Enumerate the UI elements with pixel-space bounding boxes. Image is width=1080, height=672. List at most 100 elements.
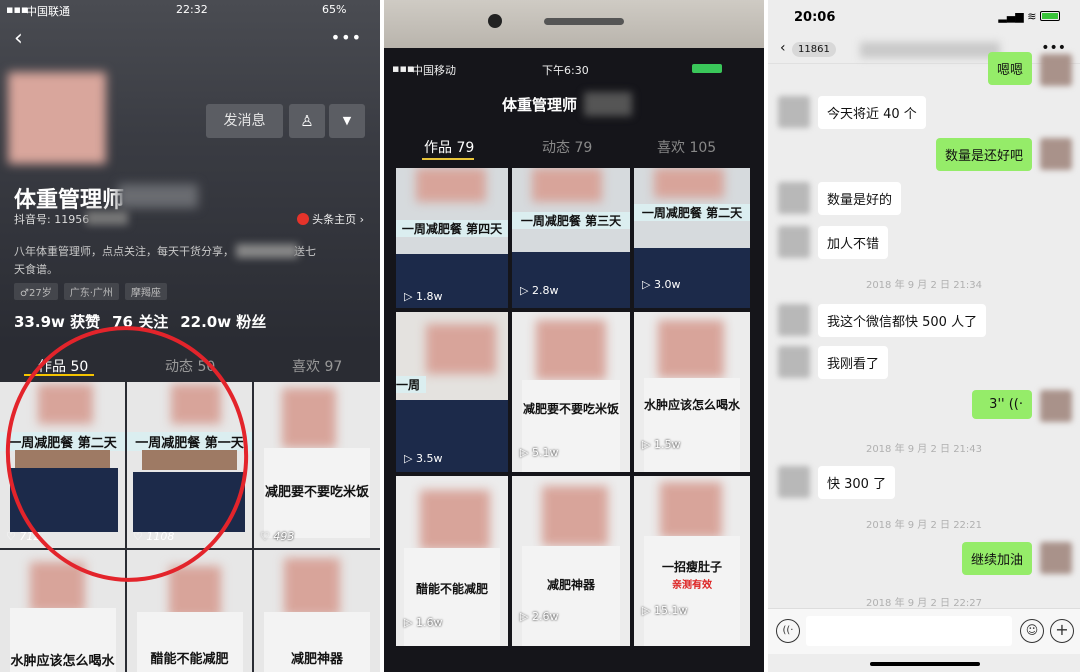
video-tile[interactable]: 一周减肥餐 第二天 ▷ 3.0w <box>634 168 750 308</box>
tag-location: 广东·广州 <box>63 283 119 300</box>
face-redaction <box>654 168 724 198</box>
profile-bio: 八年体重管理师，点点关注，每天干货分享， 送七 天食谱。 <box>14 243 364 279</box>
outgoing-message-bubble[interactable]: 嗯嗯 <box>987 52 1032 85</box>
video-tile[interactable]: 减肥神器 ▷ 2.6w <box>512 476 630 646</box>
video-title: 减肥要不要吃米饭 <box>264 485 369 500</box>
video-title: 醋能不能减肥 <box>415 582 488 596</box>
tab-works[interactable]: 作品 79 <box>424 137 474 157</box>
video-title: 一周 <box>396 376 426 393</box>
carrier: 中国移动 <box>412 64 456 77</box>
avatar[interactable] <box>778 96 810 128</box>
phone-photo-panel: ▪▪▪ 中国移动 下午6:30 体重管理师 作品 79 动态 79 喜欢 105… <box>384 0 764 672</box>
follow-user-icon[interactable]: ♙ <box>289 104 325 138</box>
toutiao-logo-icon <box>297 213 310 225</box>
video-tile[interactable]: 减肥神器 <box>254 550 380 672</box>
face-redaction <box>420 490 490 550</box>
shirt <box>522 546 620 646</box>
unread-badge[interactable]: 11861 <box>792 42 836 57</box>
tab-activity[interactable]: 动态 79 <box>542 137 592 157</box>
video-title: 一周减肥餐 第二天 <box>634 204 750 221</box>
wifi-icon: ≋ <box>1027 10 1037 23</box>
profile-name: 体重管理师 <box>14 188 125 213</box>
dropdown-triangle-icon[interactable]: ▼ <box>329 104 365 138</box>
incoming-message-bubble[interactable]: 快 300 了 <box>818 466 896 499</box>
video-tile[interactable]: 水肿应该怎么喝水 ▷ 1.5w <box>634 312 750 472</box>
video-tile[interactable]: 一周减肥餐 第三天 ▷ 2.8w <box>512 168 630 308</box>
face-redaction <box>416 168 486 202</box>
back-chevron-icon[interactable]: ‹ <box>14 26 23 51</box>
incoming-message-bubble[interactable]: 数量是好的 <box>818 182 902 215</box>
video-tile[interactable]: 一招瘦肚子 亲测有效 ▷ 15.1w <box>634 476 750 646</box>
status-bar: ▪▪▪ 中国联通 22:32 65% <box>0 0 380 20</box>
avatar[interactable] <box>778 182 810 214</box>
face-redaction <box>426 324 496 374</box>
input-bar: ((· ☺ + <box>768 608 1080 654</box>
face-redaction <box>282 388 336 448</box>
signal-icon: ▂▄▆ <box>998 10 1024 23</box>
outgoing-message-bubble[interactable]: 3'' ((· <box>972 390 1032 419</box>
video-title: 水肿应该怎么喝水 <box>10 654 115 669</box>
active-tab-underline <box>422 158 474 160</box>
tab-likes[interactable]: 喜欢 97 <box>292 356 342 376</box>
video-title: 水肿应该怎么喝水 <box>643 398 740 412</box>
video-tile[interactable]: 一周减肥餐 第四天 ▷ 1.8w <box>396 168 508 308</box>
voice-icon[interactable]: ((· <box>776 619 800 643</box>
avatar[interactable] <box>1040 54 1072 86</box>
chat-nav-bar: ‹ 11861 ••• <box>768 38 1080 64</box>
video-title: 一周减肥餐 第三天 <box>512 212 630 229</box>
plus-icon[interactable]: + <box>1050 619 1074 643</box>
video-subtitle: 亲测有效 <box>672 580 712 591</box>
video-tile[interactable]: 一周 ▷ 3.5w <box>396 312 508 472</box>
stat-likes[interactable]: 33.9w 获赞 <box>14 311 100 332</box>
avatar[interactable] <box>778 304 810 336</box>
battery-icon <box>1040 11 1060 21</box>
face-redaction <box>660 482 722 538</box>
video-title: 一周减肥餐 第四天 <box>396 220 508 237</box>
avatar[interactable] <box>1040 542 1072 574</box>
avatar[interactable] <box>1040 138 1072 170</box>
outgoing-message-bubble[interactable]: 数量是还好吧 <box>935 138 1032 171</box>
douyin-id: 抖音号: 11956 <box>14 213 90 226</box>
message-input[interactable] <box>806 616 1012 646</box>
more-dots-icon[interactable]: ••• <box>331 28 362 47</box>
face-redaction <box>169 566 221 618</box>
video-tile[interactable]: 减肥要不要吃米饭 ♡ 493 <box>254 382 380 548</box>
emoji-icon[interactable]: ☺ <box>1020 619 1044 643</box>
face-redaction <box>536 320 606 380</box>
send-message-button[interactable]: 发消息 <box>206 104 283 138</box>
back-chevron-icon[interactable]: ‹ <box>780 40 786 56</box>
toutiao-link[interactable]: 头条主页 › <box>297 211 364 227</box>
wechat-chat-panel: 20:06 ▂▄▆ ≋ ‹ 11861 ••• 嗯嗯 今天将近 40 个数量是还好… <box>768 0 1080 672</box>
tab-likes[interactable]: 喜欢 105 <box>657 137 716 157</box>
incoming-message-bubble[interactable]: 我刚看了 <box>818 346 889 379</box>
incoming-message-bubble[interactable]: 加人不错 <box>818 226 889 259</box>
stat-followers[interactable]: 22.0w 粉丝 <box>180 311 266 332</box>
video-title: 减肥神器 <box>546 578 595 592</box>
incoming-message-bubble[interactable]: 我这个微信都快 500 人了 <box>818 304 987 337</box>
video-tile[interactable]: 减肥要不要吃米饭 ▷ 5.1w <box>512 312 630 472</box>
play-count: ▷ 5.1w <box>520 446 559 459</box>
shirt <box>644 378 740 472</box>
video-title: 醋能不能减肥 <box>150 652 229 667</box>
battery-icon <box>692 64 722 73</box>
tag-gender-age: ♂27岁 <box>14 283 58 300</box>
shirt <box>644 536 740 646</box>
avatar[interactable] <box>1040 390 1072 422</box>
play-count: ▷ 15.1w <box>642 604 688 617</box>
avatar[interactable] <box>778 466 810 498</box>
title-redaction <box>584 92 632 116</box>
incoming-message-bubble[interactable]: 今天将近 40 个 <box>818 96 926 129</box>
timestamp: 2018 年 9 月 2 日 21:34 <box>865 280 983 291</box>
status-icons: ▂▄▆ ≋ <box>998 10 1060 23</box>
profile-title: 体重管理师 <box>502 96 578 114</box>
timestamp: 2018 年 9 月 2 日 21:43 <box>865 444 983 455</box>
timestamp: 2018 年 9 月 2 日 22:27 <box>865 598 983 609</box>
video-title: 减肥神器 <box>290 652 343 667</box>
avatar[interactable] <box>778 346 810 378</box>
avatar[interactable] <box>778 226 810 258</box>
video-tile[interactable]: 醋能不能减肥 ▷ 1.6w <box>396 476 508 646</box>
outgoing-message-bubble[interactable]: 继续加油 <box>961 542 1032 575</box>
play-count: ▷ 3.5w <box>404 452 443 465</box>
laptop-screen <box>512 252 630 308</box>
battery-percent: 65% <box>322 3 347 16</box>
